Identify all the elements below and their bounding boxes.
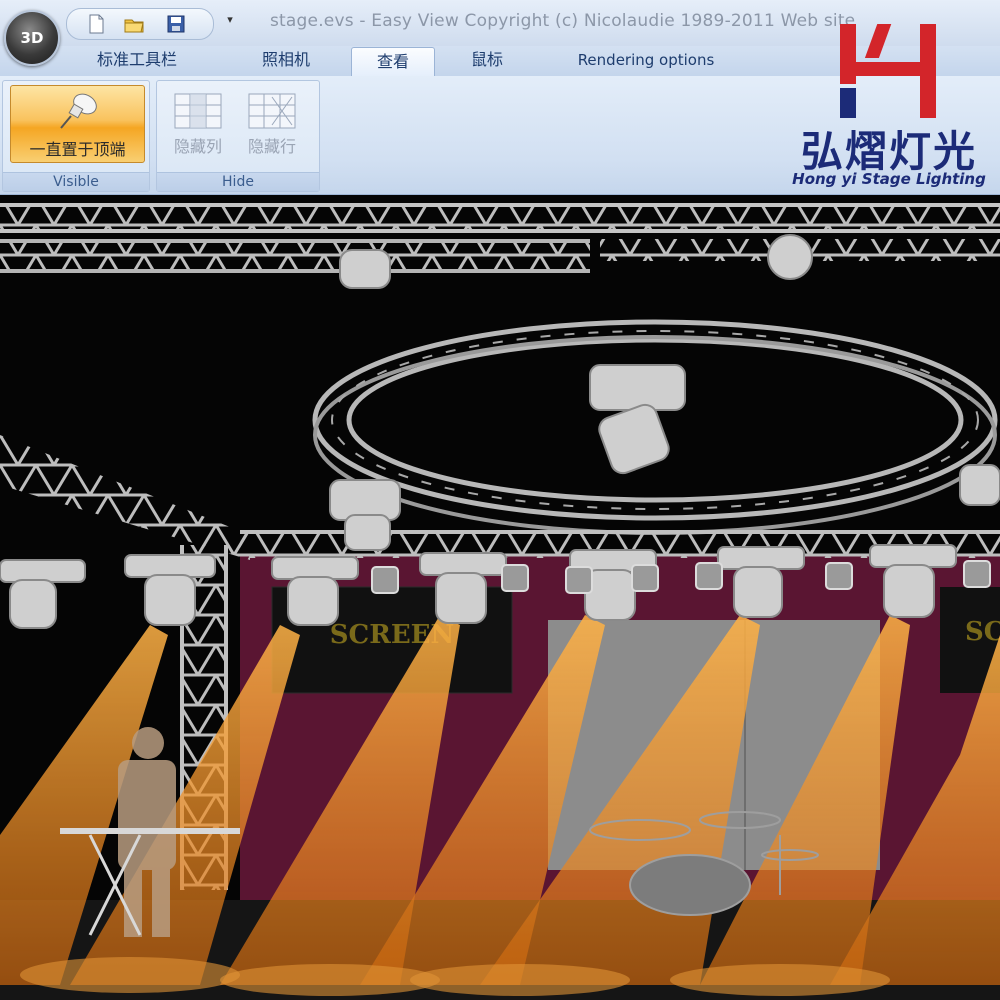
hide-rows-button[interactable]: 隐藏行 xyxy=(239,89,305,159)
hongyi-logo: 弘熠灯光 Hong yi Stage Lighting xyxy=(782,22,996,190)
quick-access-toolbar xyxy=(66,8,214,40)
tab-mouse[interactable]: 鼠标 xyxy=(450,46,524,76)
screen-right-text: SC xyxy=(965,617,1000,647)
hide-columns-button[interactable]: 隐藏列 xyxy=(165,89,231,159)
logo-chinese-name: 弘熠灯光 xyxy=(800,127,977,176)
ribbon-group-visible: 一直置于顶端 Visible xyxy=(2,80,150,192)
group-label-visible: Visible xyxy=(3,172,149,191)
stay-on-top-button[interactable]: 一直置于顶端 xyxy=(10,85,145,163)
stage-scene: SCREEN SC xyxy=(0,195,1000,1000)
tab-camera[interactable]: 照相机 xyxy=(236,46,336,76)
tab-view[interactable]: 查看 xyxy=(351,47,435,77)
customize-quick-access-button[interactable]: ▾ xyxy=(222,10,238,30)
h-logo-mark-icon xyxy=(840,24,936,118)
application-menu-button[interactable]: 3D xyxy=(4,10,60,66)
tab-rendering-options[interactable]: Rendering options xyxy=(548,46,744,76)
hide-rows-label: 隐藏行 xyxy=(247,137,296,156)
easy-view-window: ▾ stage.evs - Easy View Copyright (c) Ni… xyxy=(0,0,1000,1000)
stay-on-top-label: 一直置于顶端 xyxy=(29,140,126,159)
moving-head-top-right xyxy=(767,234,813,280)
hide-rows-icon xyxy=(248,93,296,129)
window-title: stage.evs - Easy View Copyright (c) Nico… xyxy=(270,11,856,31)
new-file-icon[interactable] xyxy=(85,13,107,35)
group-label-hide: Hide xyxy=(157,172,319,191)
logo-english-name: Hong yi Stage Lighting xyxy=(792,170,986,188)
hide-columns-label: 隐藏列 xyxy=(173,137,222,156)
truss-top xyxy=(0,203,1000,231)
hide-columns-icon xyxy=(174,93,222,129)
ribbon-group-hide: 隐藏列 隐藏行 Hide xyxy=(156,80,320,192)
pushpin-icon xyxy=(60,93,97,129)
moving-head-ring-right xyxy=(959,464,1000,506)
save-icon[interactable] xyxy=(165,13,187,35)
tab-standard-toolbar[interactable]: 标准工具栏 xyxy=(82,46,192,76)
moving-head-top-left xyxy=(339,249,391,289)
open-folder-icon[interactable] xyxy=(123,13,145,35)
truss-second xyxy=(0,239,590,273)
3d-stage-viewport[interactable]: SCREEN SC xyxy=(0,195,1000,1000)
